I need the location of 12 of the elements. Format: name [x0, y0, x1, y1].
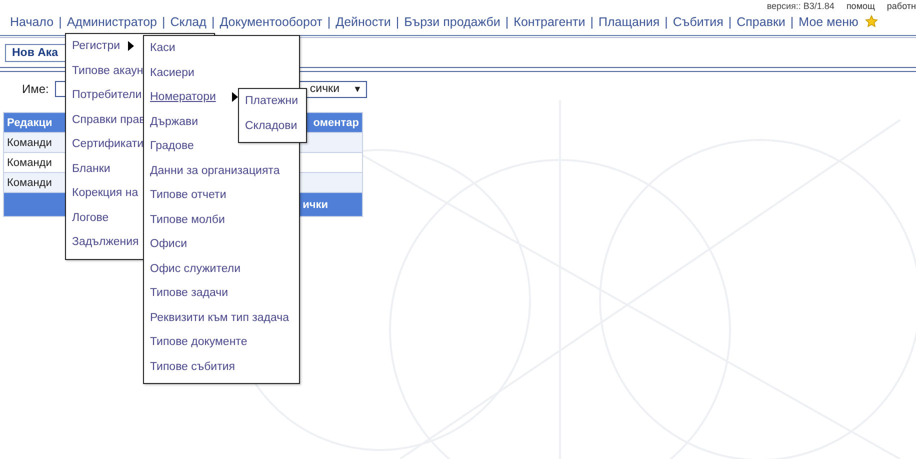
nav-separator: |: [211, 14, 215, 28]
nav-separator: |: [505, 14, 509, 28]
nav-separator: |: [790, 14, 794, 28]
nav-separator: |: [396, 14, 400, 28]
nav-separator: |: [590, 14, 594, 28]
nav-separator: |: [162, 14, 166, 28]
nav-separator: |: [58, 14, 62, 28]
nav-separator: |: [728, 14, 732, 28]
version-label: версия:: B3/1.84: [766, 1, 834, 11]
name-label: Име:: [22, 82, 49, 96]
nav-separator: |: [327, 14, 331, 28]
nav-separator: |: [664, 14, 668, 28]
